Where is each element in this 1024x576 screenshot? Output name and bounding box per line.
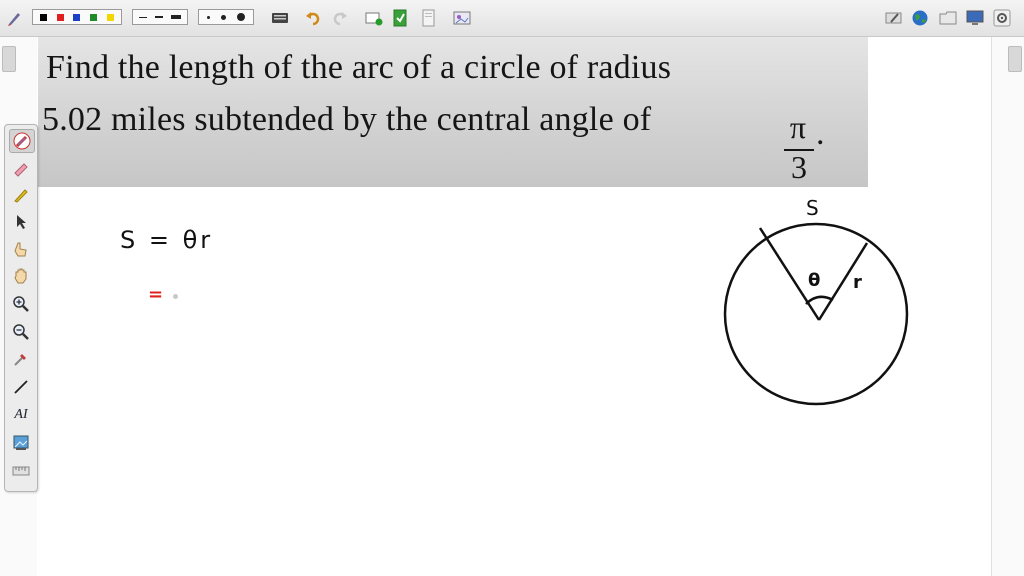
circle-diagram bbox=[723, 222, 909, 406]
problem-image: Find the length of the arc of a circle o… bbox=[38, 37, 868, 187]
highlighter-icon[interactable] bbox=[9, 157, 33, 179]
undo-icon[interactable] bbox=[303, 8, 323, 28]
color-blue[interactable] bbox=[73, 13, 81, 21]
eraser-page-icon[interactable] bbox=[884, 8, 904, 28]
image-tool-icon[interactable] bbox=[9, 432, 33, 454]
blank-page-icon[interactable] bbox=[418, 8, 438, 28]
hand-icon[interactable] bbox=[9, 265, 33, 287]
color-yellow[interactable] bbox=[107, 13, 115, 21]
line-icon[interactable] bbox=[9, 376, 33, 398]
folder-icon[interactable] bbox=[938, 8, 958, 28]
red-equals-sign: = bbox=[148, 284, 164, 305]
arc-length-formula: S = θr bbox=[120, 226, 214, 254]
insert-page-icon[interactable] bbox=[390, 8, 410, 28]
redo-icon[interactable] bbox=[330, 8, 350, 28]
cursor-dot bbox=[173, 294, 178, 299]
fraction-numerator: π bbox=[789, 109, 807, 145]
gallery-icon[interactable] bbox=[452, 8, 472, 28]
thin-line-option[interactable] bbox=[139, 16, 147, 18]
pen-icon[interactable] bbox=[9, 129, 35, 153]
pen-tool-icon[interactable] bbox=[6, 8, 24, 28]
problem-period: . bbox=[816, 115, 825, 152]
new-page-icon[interactable] bbox=[364, 8, 384, 28]
fraction-denominator: 3 bbox=[791, 149, 807, 185]
zoom-in-icon[interactable] bbox=[9, 293, 33, 315]
medium-line-option[interactable] bbox=[155, 16, 163, 18]
dropper-icon[interactable] bbox=[9, 348, 33, 370]
pointer-icon[interactable] bbox=[9, 211, 33, 233]
radius-label-r: r bbox=[853, 272, 862, 293]
ruler-icon[interactable] bbox=[9, 460, 33, 482]
globe-icon[interactable] bbox=[910, 8, 930, 28]
pen-size-palette[interactable] bbox=[198, 9, 254, 25]
top-toolbar bbox=[0, 0, 1024, 37]
large-dot-option[interactable] bbox=[237, 13, 246, 21]
line-style-palette[interactable] bbox=[132, 9, 188, 25]
thick-line-option[interactable] bbox=[171, 15, 181, 19]
zoom-out-icon[interactable] bbox=[9, 321, 33, 343]
small-dot-option[interactable] bbox=[206, 15, 210, 19]
side-tool-panel: AI bbox=[4, 124, 38, 492]
screen-icon[interactable] bbox=[964, 8, 986, 28]
color-green[interactable] bbox=[90, 13, 98, 21]
settings-icon[interactable] bbox=[992, 8, 1012, 28]
text-tool-icon[interactable]: AI bbox=[9, 404, 33, 426]
problem-line-2: 5.02 miles subtended by the central angl… bbox=[42, 101, 652, 138]
left-page-tab[interactable] bbox=[2, 46, 16, 72]
problem-line-1: Find the length of the arc of a circle o… bbox=[46, 49, 672, 86]
right-page-tab[interactable] bbox=[1008, 46, 1022, 72]
keyboard-icon[interactable] bbox=[270, 8, 290, 28]
right-gutter bbox=[991, 37, 1024, 576]
color-black[interactable] bbox=[39, 13, 47, 21]
medium-dot-option[interactable] bbox=[220, 14, 226, 20]
hand-pointer-icon[interactable] bbox=[9, 238, 33, 260]
arc-label-s: S bbox=[806, 196, 819, 220]
angle-label-theta: θ bbox=[808, 270, 821, 291]
color-red[interactable] bbox=[56, 13, 64, 21]
marker-icon[interactable] bbox=[9, 184, 33, 206]
color-palette[interactable] bbox=[32, 9, 122, 25]
